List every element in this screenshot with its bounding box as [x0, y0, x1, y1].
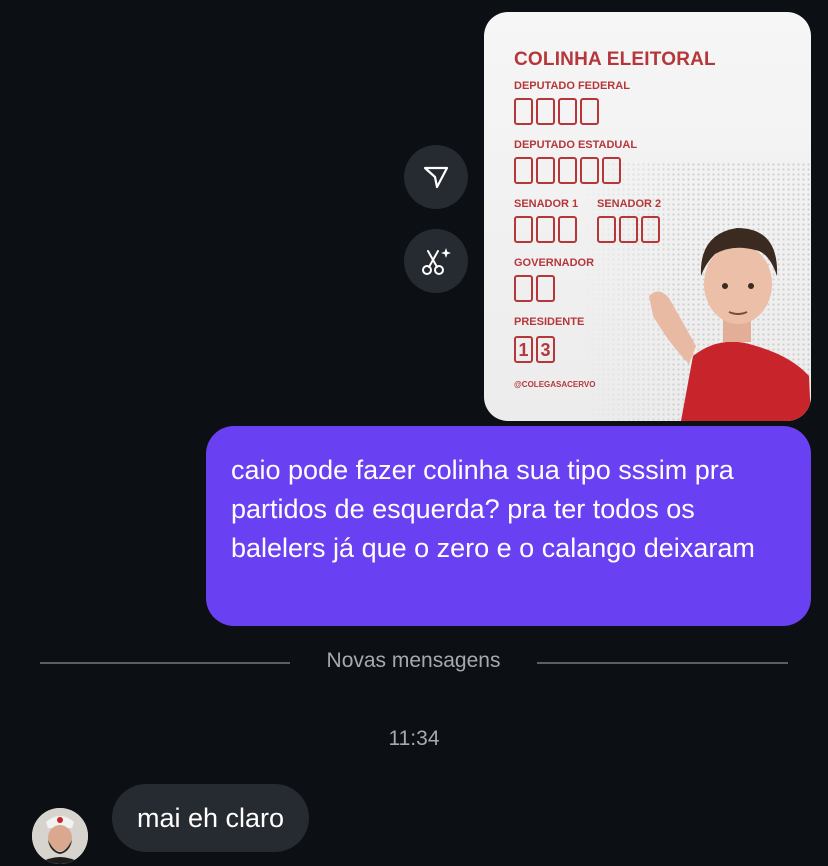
label-deputado-federal: DEPUTADO FEDERAL	[514, 80, 630, 92]
digit-box	[597, 216, 616, 243]
digit-box	[514, 157, 533, 184]
boxes-deputado-estadual	[514, 157, 621, 184]
card-title: COLINHA ELEITORAL	[514, 49, 716, 70]
digit-box	[536, 157, 555, 184]
label-senador-1: SENADOR 1	[514, 198, 579, 210]
boxes-senador-1	[514, 216, 577, 243]
digit-box	[580, 98, 599, 125]
digit-box	[536, 216, 555, 243]
digit-box: 3	[536, 336, 555, 363]
digit-box: 1	[514, 336, 533, 363]
digit-box	[514, 216, 533, 243]
person-illustration	[649, 228, 811, 421]
share-button[interactable]	[404, 145, 468, 209]
new-messages-divider: Novas mensagens	[326, 649, 501, 672]
digit-box	[536, 275, 555, 302]
scissors-sparkle-icon	[422, 248, 451, 275]
digit-box	[619, 216, 638, 243]
digit-box	[602, 157, 621, 184]
boxes-governador	[514, 275, 555, 302]
outgoing-message-bubble[interactable]: caio pode fazer colinha sua tipo sssim p…	[206, 426, 811, 626]
digit-box	[514, 98, 533, 125]
label-governador: GOVERNADOR	[514, 257, 595, 269]
digit-box	[514, 275, 533, 302]
digit-box	[558, 216, 577, 243]
incoming-message-bubble[interactable]: mai eh claro	[112, 784, 310, 852]
label-deputado-estadual: DEPUTADO ESTADUAL	[514, 139, 638, 151]
label-presidente: PRESIDENTE	[514, 316, 585, 328]
card-handle: @COLEGASACERVO	[514, 380, 596, 389]
boxes-presidente: 1 3	[514, 336, 555, 363]
paper-plane-icon	[423, 166, 449, 189]
digit-box	[580, 157, 599, 184]
avatar[interactable]	[32, 808, 88, 864]
digit-box	[558, 98, 577, 125]
remix-button[interactable]	[404, 229, 468, 293]
avatar-image	[32, 808, 88, 864]
divider-line-left	[40, 662, 290, 664]
shared-image-card[interactable]: COLINHA ELEITORAL DEPUTADO FEDERAL DEPUT…	[484, 12, 811, 421]
message-timestamp: 11:34	[388, 727, 440, 750]
divider-line-right	[537, 662, 788, 664]
digit-box	[536, 98, 555, 125]
digit-box	[558, 157, 577, 184]
boxes-deputado-federal	[514, 98, 599, 125]
